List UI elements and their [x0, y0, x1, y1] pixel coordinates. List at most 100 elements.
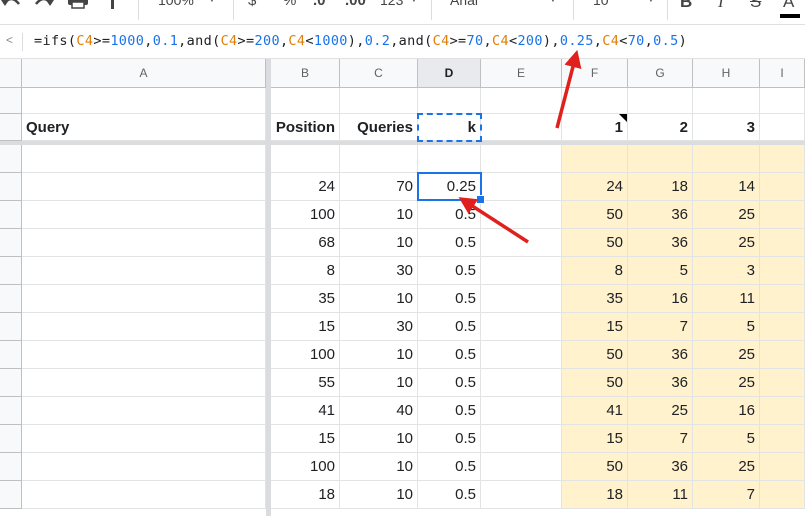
decrease-decimals-button[interactable]: .0	[313, 0, 326, 9]
formula-input[interactable]: =ifs(C4>=1000,0.1,and(C4>=200,C4<1000),0…	[34, 33, 687, 49]
table-cell-f[interactable]: 24	[562, 173, 628, 201]
table-cell-b[interactable]: 35	[271, 285, 340, 313]
cell-e[interactable]	[481, 397, 562, 425]
table-cell-f[interactable]: 41	[562, 397, 628, 425]
table-cell-c[interactable]: 30	[340, 313, 418, 341]
table-cell-f[interactable]: 15	[562, 313, 628, 341]
font-select[interactable]: Arial	[450, 0, 478, 8]
table-cell-d[interactable]: 0.5	[418, 201, 481, 229]
table-cell-b[interactable]: 68	[271, 229, 340, 257]
table-cell-d[interactable]: 0.5	[418, 481, 481, 509]
table-cell-d[interactable]: 0.5	[418, 453, 481, 481]
select-all-corner[interactable]	[0, 59, 22, 88]
row-header[interactable]	[0, 285, 22, 313]
cell-f[interactable]	[562, 145, 628, 173]
cell-i[interactable]	[760, 369, 805, 397]
table-cell-d[interactable]: 0.5	[418, 397, 481, 425]
table-cell-h[interactable]: 25	[693, 201, 760, 229]
table-cell-b[interactable]: 15	[271, 425, 340, 453]
italic-button[interactable]: I	[718, 0, 724, 12]
table-cell-d[interactable]: 0.5	[418, 425, 481, 453]
table-cell-d[interactable]: 0.5	[418, 257, 481, 285]
zoom-select[interactable]: 100%	[158, 0, 194, 8]
table-cell-h[interactable]: 11	[693, 285, 760, 313]
increase-decimals-button[interactable]: .00	[345, 0, 366, 9]
cell-i[interactable]	[760, 173, 805, 201]
cell-i[interactable]	[760, 425, 805, 453]
cell-a[interactable]	[22, 173, 266, 201]
cell-h[interactable]	[693, 88, 760, 114]
table-cell-g[interactable]: 36	[628, 453, 693, 481]
column-header-i[interactable]: I	[760, 59, 805, 88]
cell-f[interactable]	[562, 88, 628, 114]
cell-e[interactable]	[481, 285, 562, 313]
cell-g[interactable]	[628, 88, 693, 114]
text-color-button[interactable]: A	[783, 0, 794, 12]
table-cell-c[interactable]: 10	[340, 425, 418, 453]
column-header-c[interactable]: C	[340, 59, 418, 88]
table-cell-b[interactable]: 18	[271, 481, 340, 509]
table-cell-c[interactable]: 10	[340, 341, 418, 369]
table-cell-h[interactable]: 25	[693, 341, 760, 369]
table-cell-g[interactable]: 36	[628, 369, 693, 397]
table-cell-g[interactable]: 18	[628, 173, 693, 201]
cell-a[interactable]	[22, 285, 266, 313]
undo-icon[interactable]	[0, 0, 22, 16]
column-header-e[interactable]: E	[481, 59, 562, 88]
cell-a[interactable]	[22, 229, 266, 257]
table-cell-h[interactable]: 5	[693, 313, 760, 341]
redo-icon[interactable]	[33, 0, 55, 16]
table-cell-d[interactable]: 0.5	[418, 341, 481, 369]
cell-a[interactable]	[22, 313, 266, 341]
cell-e[interactable]	[481, 229, 562, 257]
cell-i[interactable]	[760, 229, 805, 257]
table-cell-f[interactable]: 50	[562, 369, 628, 397]
table-cell-b[interactable]: 100	[271, 201, 340, 229]
table-cell-h[interactable]: 14	[693, 173, 760, 201]
table-cell-c[interactable]: 10	[340, 453, 418, 481]
row-header[interactable]	[0, 341, 22, 369]
cell-e[interactable]	[481, 114, 562, 141]
cell-i[interactable]	[760, 201, 805, 229]
table-cell-f[interactable]: 8	[562, 257, 628, 285]
row-header[interactable]	[0, 145, 22, 173]
row-header[interactable]	[0, 453, 22, 481]
table-cell-h[interactable]: 25	[693, 369, 760, 397]
cell-b[interactable]	[271, 88, 340, 114]
table-cell-f[interactable]: 50	[562, 341, 628, 369]
cell-e[interactable]	[481, 201, 562, 229]
table-cell-b[interactable]: 8	[271, 257, 340, 285]
cell-i[interactable]	[760, 313, 805, 341]
bold-button[interactable]: B	[680, 0, 692, 12]
table-cell-h[interactable]: 3	[693, 257, 760, 285]
column-header-g[interactable]: G	[628, 59, 693, 88]
table-cell-g[interactable]: 16	[628, 285, 693, 313]
fill-handle[interactable]	[476, 195, 485, 204]
header-cell-a[interactable]: Query	[22, 114, 266, 141]
frozen-column-divider[interactable]	[266, 59, 271, 516]
table-cell-b[interactable]: 41	[271, 397, 340, 425]
cell-a[interactable]	[22, 88, 266, 114]
table-cell-f[interactable]: 35	[562, 285, 628, 313]
table-cell-g[interactable]: 36	[628, 341, 693, 369]
cell-a[interactable]	[22, 453, 266, 481]
table-cell-d[interactable]: 0.5	[418, 369, 481, 397]
cell-e[interactable]	[481, 257, 562, 285]
row-header[interactable]	[0, 257, 22, 285]
table-cell-g[interactable]: 7	[628, 313, 693, 341]
row-header[interactable]	[0, 481, 22, 509]
table-cell-c[interactable]: 10	[340, 481, 418, 509]
cell-i[interactable]	[760, 397, 805, 425]
font-size-select[interactable]: 10	[593, 0, 609, 8]
cell-a[interactable]	[22, 425, 266, 453]
column-header-d[interactable]: D	[418, 59, 481, 88]
table-cell-f[interactable]: 50	[562, 453, 628, 481]
cell-i[interactable]	[760, 453, 805, 481]
cell-d[interactable]	[418, 145, 481, 173]
table-cell-h[interactable]: 25	[693, 229, 760, 257]
table-cell-b[interactable]: 15	[271, 313, 340, 341]
row-header[interactable]	[0, 88, 22, 114]
column-header-f[interactable]: F	[562, 59, 628, 88]
table-cell-g[interactable]: 25	[628, 397, 693, 425]
table-cell-b[interactable]: 100	[271, 341, 340, 369]
